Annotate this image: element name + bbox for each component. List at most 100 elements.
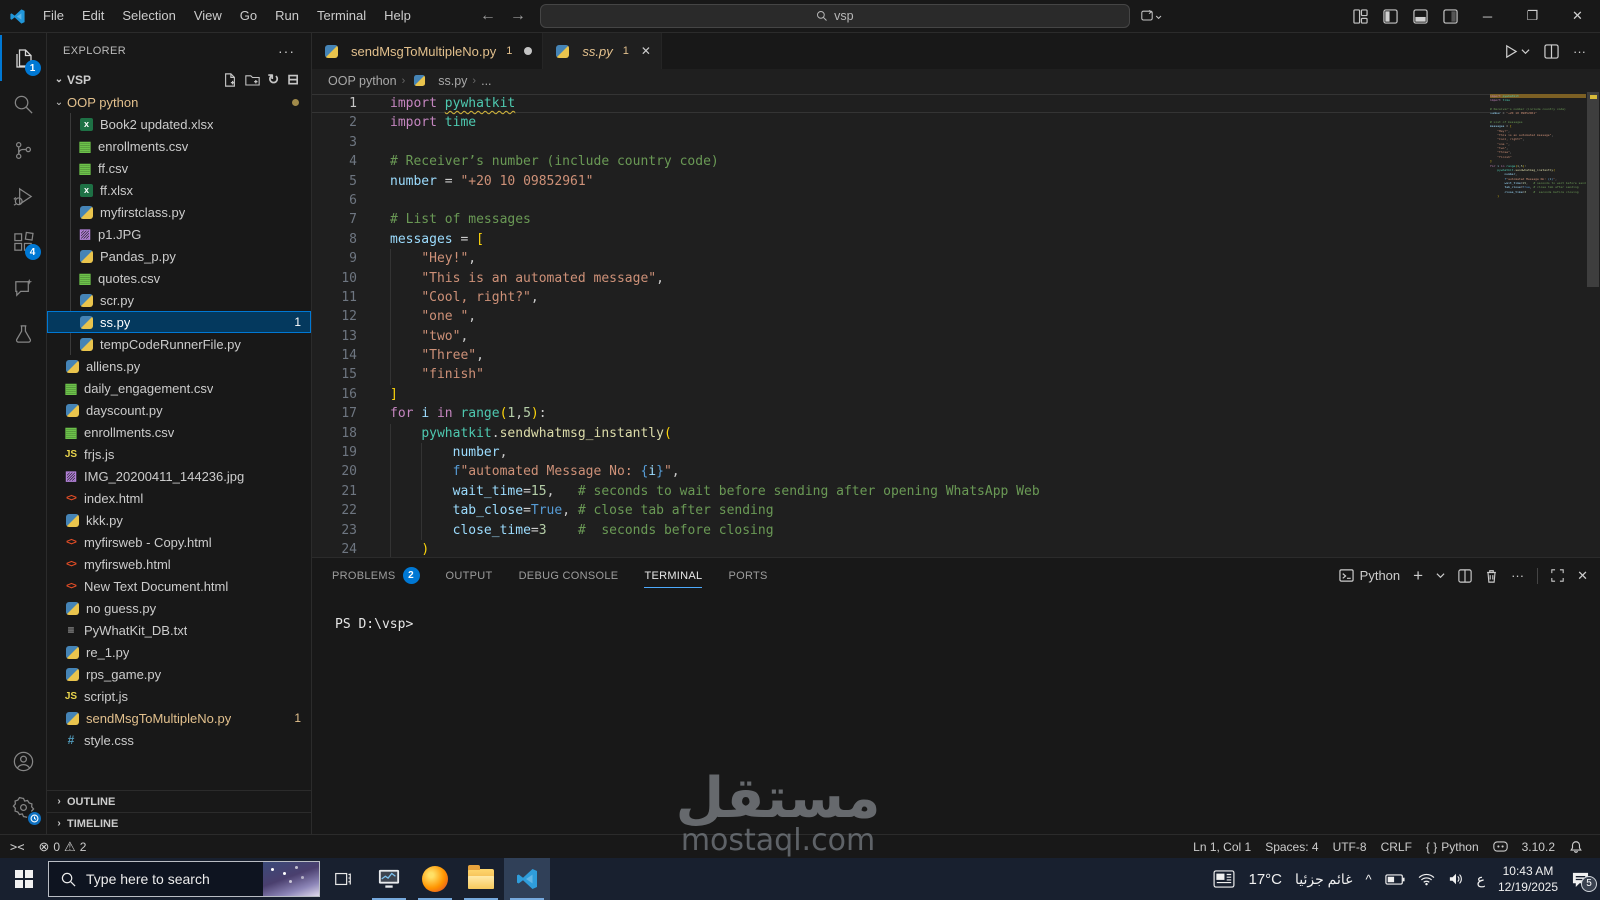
- tab-sspy[interactable]: ss.py 1 ✕: [543, 33, 662, 69]
- new-file-icon[interactable]: [223, 72, 237, 87]
- breadcrumb-file[interactable]: ss.py: [438, 74, 467, 88]
- code-line-17[interactable]: 17 for i in range(1,5):: [312, 404, 1490, 423]
- copilot-status-icon[interactable]: [1486, 840, 1515, 853]
- activitybar-run-debug[interactable]: [0, 173, 47, 219]
- panel-tab-ports[interactable]: PORTS: [728, 558, 767, 593]
- split-editor-icon[interactable]: [1544, 43, 1559, 59]
- code-line-20[interactable]: 20 f"automated Message No: {i}",: [312, 462, 1490, 482]
- run-python-file-button[interactable]: [1503, 44, 1530, 59]
- new-folder-icon[interactable]: [244, 73, 260, 87]
- code-line-4[interactable]: 4 # Receiver’s number (include country co…: [312, 152, 1490, 171]
- toggle-secondary-sidebar-icon[interactable]: [1435, 0, 1465, 32]
- code-line-8[interactable]: 8 messages = [: [312, 230, 1490, 249]
- panel-tab-problems[interactable]: PROBLEMS 2: [332, 558, 420, 593]
- wifi-icon[interactable]: [1418, 873, 1435, 886]
- breadcrumb-symbol[interactable]: ...: [481, 74, 491, 88]
- activitybar-explorer[interactable]: 1: [0, 35, 47, 81]
- file-item-no-guess-py[interactable]: no guess.py: [47, 597, 311, 619]
- code-lines[interactable]: 1 import pywhatkit 2 import time 3 4 # Receive…: [312, 94, 1490, 557]
- file-item-index-html[interactable]: <> index.html: [47, 487, 311, 509]
- nav-back-icon[interactable]: ←: [480, 7, 496, 25]
- activitybar-source-control[interactable]: [0, 127, 47, 173]
- copilot-menu-icon[interactable]: [1138, 0, 1168, 32]
- code-line-16[interactable]: 16]: [312, 385, 1490, 404]
- activitybar-settings[interactable]: [0, 784, 47, 830]
- taskbar-app-taskmanager[interactable]: [366, 858, 412, 900]
- file-item-oop-python[interactable]: ⌄ OOP python: [47, 91, 311, 113]
- code-editor[interactable]: 1 import pywhatkit 2 import time 3 4 # Receive…: [312, 92, 1600, 558]
- file-item-myfirsweb-copy-html[interactable]: <> myfirsweb - Copy.html: [47, 531, 311, 553]
- code-line-22[interactable]: 22 tab_close=True, # close tab after sen…: [312, 501, 1490, 521]
- menu-run[interactable]: Run: [266, 5, 308, 27]
- tab-sendmsgtomultipleno[interactable]: sendMsgToMultipleNo.py 1: [312, 33, 544, 69]
- activitybar-search[interactable]: [0, 81, 47, 127]
- code-line-2[interactable]: 2 import time: [312, 113, 1490, 132]
- speaker-icon[interactable]: [1448, 872, 1464, 886]
- timeline-section-header[interactable]: › TIMELINE: [47, 812, 311, 834]
- window-restore-button[interactable]: ❐: [1510, 0, 1555, 32]
- panel-tab-output[interactable]: OUTPUT: [446, 558, 493, 593]
- maximize-panel-icon[interactable]: [1551, 569, 1564, 582]
- close-panel-icon[interactable]: ✕: [1577, 568, 1588, 584]
- editor-scrollbar[interactable]: [1586, 92, 1600, 557]
- minimap[interactable]: import pywhatkit import time # Receiver’s …: [1490, 94, 1586, 557]
- clock[interactable]: 10:43 AM 12/19/2025: [1498, 863, 1558, 895]
- code-line-11[interactable]: 11 "Cool, right?",: [312, 287, 1490, 308]
- file-item-tempcoderunnerfile-py[interactable]: tempCodeRunnerFile.py: [47, 333, 311, 355]
- menu-go[interactable]: Go: [231, 5, 266, 27]
- explorer-more-actions-icon[interactable]: ···: [278, 43, 295, 59]
- start-button[interactable]: [0, 858, 48, 900]
- code-line-21[interactable]: 21 wait_time=15, # seconds to wait befor…: [312, 481, 1490, 502]
- scrollbar-thumb[interactable]: [1587, 92, 1599, 287]
- remote-indicator[interactable]: ><: [0, 835, 31, 858]
- code-line-14[interactable]: 14 "Three",: [312, 346, 1490, 366]
- panel-tab-terminal[interactable]: TERMINAL: [644, 558, 703, 593]
- input-language[interactable]: ع: [1477, 871, 1485, 888]
- taskbar-app-firefox[interactable]: [412, 858, 458, 900]
- menu-selection[interactable]: Selection: [113, 5, 184, 27]
- tray-expand-chevron[interactable]: ^: [1365, 872, 1371, 887]
- code-line-12[interactable]: 12 "one ",: [312, 307, 1490, 327]
- code-line-24[interactable]: 24 ): [312, 539, 1490, 557]
- outline-section-header[interactable]: › OUTLINE: [47, 790, 311, 812]
- file-item-alliens-py[interactable]: alliens.py: [47, 355, 311, 377]
- nav-forward-icon[interactable]: →: [510, 7, 526, 25]
- window-close-button[interactable]: ✕: [1555, 0, 1600, 32]
- taskbar-app-vscode[interactable]: [504, 858, 550, 900]
- file-item-enrollments-csv[interactable]: ▦ enrollments.csv: [47, 135, 311, 157]
- encoding[interactable]: UTF-8: [1326, 840, 1374, 854]
- file-item-kkk-py[interactable]: kkk.py: [47, 509, 311, 531]
- activitybar-extensions[interactable]: 4: [0, 219, 47, 265]
- file-item-enrollments-csv[interactable]: ▦ enrollments.csv: [47, 421, 311, 443]
- weather-condition[interactable]: غائم جزئيا: [1295, 871, 1352, 888]
- menu-help[interactable]: Help: [375, 5, 420, 27]
- code-line-10[interactable]: 10 "This is an automated message",: [312, 268, 1490, 288]
- tab-close-icon[interactable]: ✕: [641, 44, 651, 58]
- file-item-script-js[interactable]: JS script.js: [47, 685, 311, 707]
- activitybar-account[interactable]: [0, 738, 47, 784]
- file-item-rps-game-py[interactable]: rps_game.py: [47, 663, 311, 685]
- python-interpreter[interactable]: 3.10.2: [1515, 840, 1562, 854]
- explorer-root-header[interactable]: ⌄ VSP ↻ ⊟: [47, 68, 311, 91]
- new-terminal-icon[interactable]: +: [1413, 566, 1423, 586]
- taskbar-search[interactable]: Type here to search: [48, 861, 320, 897]
- temperature[interactable]: 17°C: [1248, 871, 1282, 888]
- terminal-content[interactable]: PS D:\vsp>: [312, 593, 1600, 834]
- file-item-sendmsgtomultipleno-py[interactable]: sendMsgToMultipleNo.py 1: [47, 707, 311, 729]
- file-item-dayscount-py[interactable]: dayscount.py: [47, 399, 311, 421]
- terminal-profile-label[interactable]: Python: [1339, 568, 1400, 583]
- terminal-dropdown-icon[interactable]: [1436, 571, 1445, 580]
- file-item-img-20200411-144236-jpg[interactable]: ▨ IMG_20200411_144236.jpg: [47, 465, 311, 487]
- toggle-panel-icon[interactable]: [1405, 0, 1435, 32]
- menu-view[interactable]: View: [185, 5, 231, 27]
- code-line-18[interactable]: 18 pywhatkit.sendwhatmsg_instantly(: [312, 423, 1490, 444]
- taskbar-app-file-explorer[interactable]: [458, 858, 504, 900]
- file-item-re-1-py[interactable]: re_1.py: [47, 641, 311, 663]
- eol-sequence[interactable]: CRLF: [1374, 840, 1419, 854]
- file-item-daily-engagement-csv[interactable]: ▦ daily_engagement.csv: [47, 377, 311, 399]
- code-line-19[interactable]: 19 number,: [312, 443, 1490, 463]
- code-line-7[interactable]: 7 # List of messages: [312, 210, 1490, 229]
- toggle-primary-sidebar-icon[interactable]: [1375, 0, 1405, 32]
- file-item-ss-py[interactable]: ss.py 1: [47, 311, 311, 333]
- news-widget-icon[interactable]: [1213, 870, 1235, 888]
